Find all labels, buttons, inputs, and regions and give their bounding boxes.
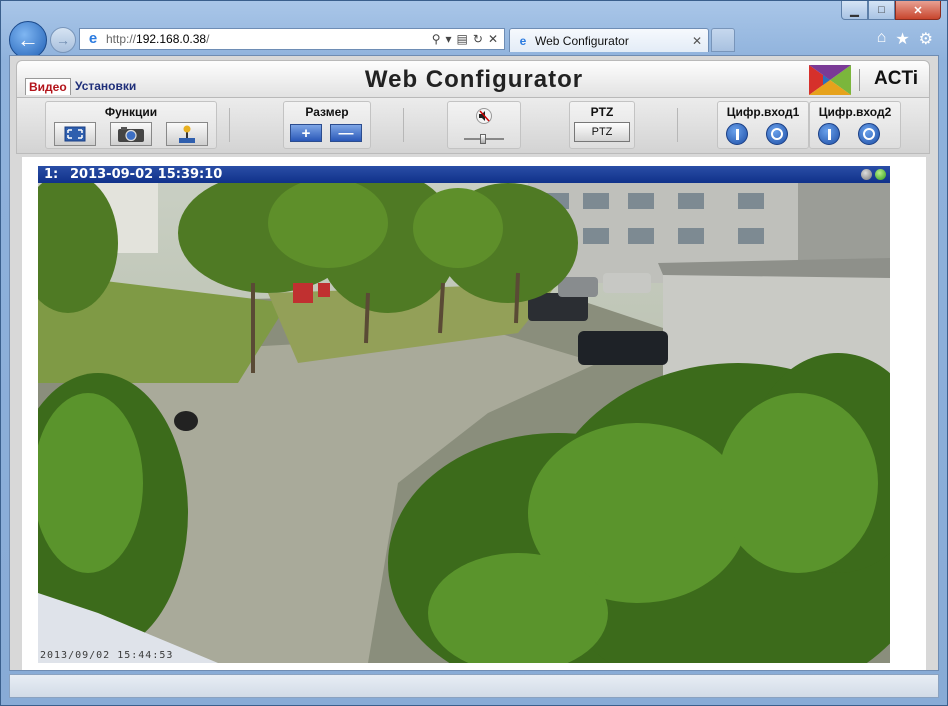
power-on-icon (735, 128, 739, 140)
digital-input-1-off-button[interactable] (766, 123, 788, 145)
minimize-button[interactable]: ▁ (841, 1, 868, 20)
speaker-muted-icon[interactable] (476, 108, 492, 124)
status-gray-icon (861, 169, 872, 180)
close-tab-icon[interactable]: ✕ (692, 34, 702, 48)
tab-title: Web Configurator (535, 33, 629, 48)
group-digital-input-2: Цифр.вход2 (809, 101, 901, 149)
ie-page-icon: e (88, 30, 98, 47)
volume-slider-handle[interactable] (480, 134, 486, 144)
digital-input-2-off-button[interactable] (858, 123, 880, 145)
record-button[interactable] (166, 122, 208, 146)
digital-input-1-on-button[interactable] (726, 123, 748, 145)
power-off-icon (771, 128, 783, 140)
fullscreen-button[interactable] (54, 122, 96, 146)
power-on-icon (827, 128, 831, 140)
close-button[interactable]: ✕ (895, 1, 941, 20)
snapshot-button[interactable] (110, 122, 152, 146)
video-status-dots (861, 169, 886, 180)
camera-video-feed[interactable]: 2013/09/02 15:44:53 (38, 183, 890, 663)
toolbar-separator (403, 108, 404, 142)
group-audio (447, 101, 521, 149)
digital-input-2-label: Цифр.вход2 (818, 105, 892, 119)
group-functions-label: Функции (104, 105, 158, 119)
url-path: / (206, 32, 210, 46)
group-size-label: Размер (305, 105, 349, 119)
url-scheme: http:// (106, 32, 137, 46)
status-green-icon (875, 169, 886, 180)
browser-status-bar (9, 674, 939, 698)
settings-gear-icon[interactable]: ⚙ (919, 29, 933, 49)
browser-icons: ⌂ ★ ⚙ (877, 29, 933, 49)
home-icon[interactable]: ⌂ (877, 29, 887, 49)
power-off-icon (863, 128, 875, 140)
forward-button[interactable]: → (50, 27, 76, 53)
stop-icon[interactable]: ✕ (488, 32, 498, 46)
acti-logo-mark-icon (809, 65, 851, 95)
dropdown-icon[interactable]: ▾ (446, 32, 452, 46)
web-configurator-app: Видео Установки Web Configurator ACTi Фу… (10, 56, 938, 670)
address-bar[interactable]: e http://192.168.0.38/ ⚲ ▾ ▤ ↻ ✕ (79, 28, 505, 50)
group-digital-input-1: Цифр.вход1 (717, 101, 809, 149)
url-host: 192.168.0.38 (136, 32, 207, 46)
app-header: Видео Установки Web Configurator ACTi (16, 60, 930, 98)
toolbar-separator (677, 108, 678, 142)
control-toolbar: Функции Размер + — PTZ PTZ Цифр.вход1 Ци… (16, 98, 930, 154)
back-button[interactable]: ← (9, 21, 47, 59)
video-channel: 1: (44, 167, 59, 182)
acti-logo-text: ACTi (874, 68, 918, 89)
search-icon[interactable]: ⚲ (432, 32, 441, 46)
group-functions: Функции (45, 101, 217, 149)
ie-tab-icon: e (519, 33, 527, 48)
video-timestamp: 2013-09-02 15:39:10 (70, 167, 223, 182)
fullscreen-icon (64, 126, 86, 142)
digital-input-2-on-button[interactable] (818, 123, 840, 145)
compatibility-icon[interactable]: ▤ (457, 32, 468, 46)
zoom-in-button[interactable]: + (290, 124, 322, 142)
group-ptz-label: PTZ (590, 105, 614, 119)
address-url[interactable]: http://192.168.0.38/ (106, 32, 432, 46)
digital-input-1-label: Цифр.вход1 (726, 105, 800, 119)
forward-arrow-icon: → (56, 32, 70, 48)
ptz-button[interactable]: PTZ (574, 122, 630, 142)
maximize-button[interactable]: □ (868, 1, 895, 20)
toolbar-separator (229, 108, 230, 142)
page-title: Web Configurator (364, 66, 584, 93)
browser-window: ▁ □ ✕ ← → e http://192.168.0.38/ ⚲ ▾ ▤ ↻… (0, 0, 948, 706)
new-tab-button[interactable] (711, 28, 735, 52)
favorites-star-icon[interactable]: ★ (895, 29, 909, 49)
window-controls: ▁ □ ✕ (841, 1, 941, 20)
browser-tab[interactable]: e Web Configurator ✕ (509, 28, 709, 52)
logo-separator (859, 69, 860, 91)
camera-icon (118, 127, 144, 142)
video-title-bar: 1: 2013-09-02 15:39:10 (38, 166, 890, 183)
address-tools: ⚲ ▾ ▤ ↻ ✕ (432, 32, 498, 46)
zoom-out-button[interactable]: — (330, 124, 362, 142)
refresh-icon[interactable]: ↻ (473, 32, 483, 46)
group-ptz: PTZ PTZ (569, 101, 635, 149)
page-viewport: Видео Установки Web Configurator ACTi Фу… (9, 55, 939, 671)
group-size: Размер + — (283, 101, 371, 149)
video-osd-timestamp: 2013/09/02 15:44:53 (40, 650, 174, 661)
back-arrow-icon: ← (17, 27, 39, 52)
camera-scene-image (38, 183, 890, 663)
joystick-icon (179, 125, 195, 143)
